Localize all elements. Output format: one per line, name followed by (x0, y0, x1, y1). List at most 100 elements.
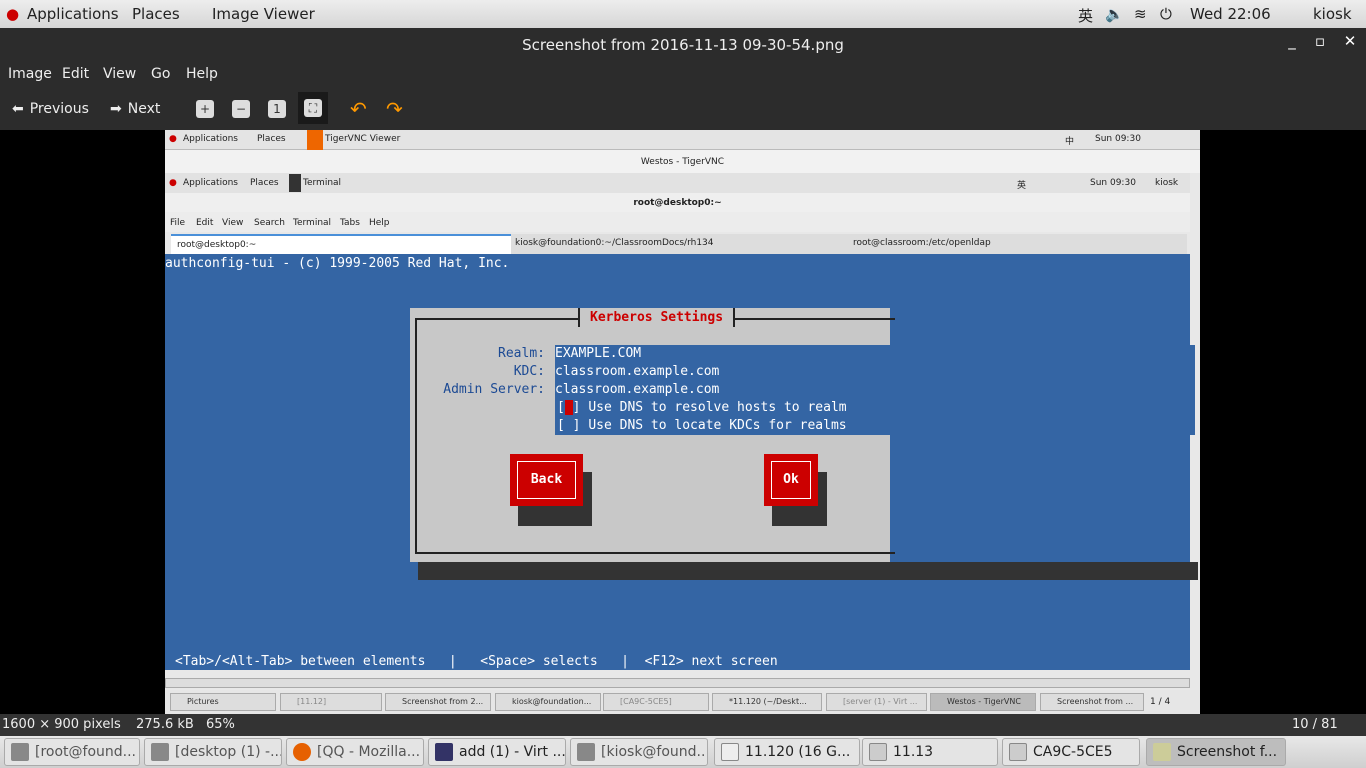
task-root-terminal[interactable]: [root@found... (4, 738, 140, 766)
taskbar: [root@found... [desktop (1) -... [QQ - M… (0, 736, 1366, 768)
task-label: add (1) - Virt ... (459, 744, 566, 760)
gnome-places: Places (250, 178, 279, 188)
zoom-out-icon: − (232, 100, 250, 118)
screenshot-image: ● Applications Places TigerVNC Viewer 中 … (165, 130, 1200, 714)
inner-task: Westos - TigerVNC (930, 693, 1036, 711)
terminal-tab: root@desktop0:~ (171, 234, 511, 254)
task-label: CA9C-5CE5 (1033, 744, 1113, 760)
power-icon[interactable]: ⏻ (1160, 5, 1172, 23)
terminal-icon (11, 743, 29, 761)
terminal-tab: root@classroom:/etc/openldap (849, 234, 1187, 254)
inner-clock: Sun 09:30 (1095, 134, 1141, 144)
applications-menu[interactable]: Applications (27, 5, 119, 23)
task-label: 11.120 (16 G... (745, 744, 851, 760)
menu-help[interactable]: Help (186, 66, 218, 82)
next-button[interactable]: ➡ Next (110, 97, 160, 121)
inner-places: Places (257, 134, 286, 144)
menu-image[interactable]: Image (8, 66, 52, 82)
vm-icon (435, 743, 453, 761)
task-label: Screenshot f... (1177, 744, 1278, 760)
app-menu[interactable]: Image Viewer (212, 5, 315, 23)
redhat-icon: ● (169, 178, 177, 188)
term-menu-search: Search (254, 218, 285, 228)
inner-task: [CA9C-5CE5] (603, 693, 709, 711)
gnome-clock: Sun 09:30 (1090, 178, 1136, 188)
menu-go[interactable]: Go (151, 66, 170, 82)
minimize-button[interactable]: _ (1280, 32, 1304, 56)
realm-label: Realm: (498, 346, 545, 361)
previous-button[interactable]: ⬅ Previous (12, 97, 89, 121)
task-desktop[interactable]: [desktop (1) -... (144, 738, 282, 766)
rotate-right-icon: ↷ (386, 97, 403, 121)
kdc-field[interactable]: classroom.example.com (555, 364, 719, 379)
folder-icon (869, 743, 887, 761)
tui-header: authconfig-tui - (c) 1999-2005 Red Hat, … (165, 256, 510, 271)
tigervnc-icon (307, 130, 323, 150)
redhat-icon: ● (169, 134, 177, 144)
volume-icon[interactable]: 🔈 (1105, 5, 1124, 23)
title-bar: Screenshot from 2016-11-13 09-30-54.png … (0, 28, 1366, 60)
inner-ime: 中 (1065, 137, 1075, 147)
image-viewer-icon (1153, 743, 1171, 761)
close-button[interactable]: ✕ (1338, 32, 1362, 56)
horizontal-scrollbar[interactable] (165, 678, 1190, 688)
rotate-left-button[interactable]: ↶ (350, 97, 367, 121)
task-add-virt[interactable]: add (1) - Virt ... (428, 738, 566, 766)
terminal-icon (289, 174, 301, 192)
vm-icon (151, 743, 169, 761)
task-kiosk-terminal[interactable]: [kiosk@found... (570, 738, 708, 766)
arrow-right-icon: ➡ (110, 101, 122, 117)
task-screenshot[interactable]: Screenshot f... (1146, 738, 1286, 766)
text-editor-icon (721, 743, 739, 761)
menu-view[interactable]: View (103, 66, 136, 82)
admin-label: Admin Server: (443, 382, 545, 397)
tui-footer: <Tab>/<Alt-Tab> between elements | <Spac… (175, 654, 778, 669)
normal-size-button[interactable]: 1 (268, 97, 286, 121)
image-position: 10 / 81 (1292, 717, 1338, 732)
dns-kdcs-checkbox[interactable]: [ ] Use DNS to locate KDCs for realms (557, 418, 847, 433)
dns-kdcs-label: Use DNS to locate KDCs for realms (588, 418, 847, 433)
maximize-button[interactable]: ▫ (1308, 32, 1332, 56)
dns-hosts-label: Use DNS to resolve hosts to realm (588, 400, 847, 415)
task-folder-1113[interactable]: 11.13 (862, 738, 998, 766)
task-ca9c[interactable]: CA9C-5CE5 (1002, 738, 1140, 766)
task-label: [QQ - Mozilla... (317, 744, 421, 760)
term-menu-view: View (222, 218, 244, 228)
next-label: Next (127, 101, 161, 117)
inner-gnome-panel: ● Applications Places Terminal 英 Sun 09:… (165, 173, 1190, 193)
dns-hosts-checkbox[interactable]: [ ] Use DNS to resolve hosts to realm (557, 400, 847, 415)
wifi-icon[interactable]: ≋ (1134, 5, 1147, 23)
inner-task: Screenshot from ... (1040, 693, 1144, 711)
zoom-level: 65% (206, 717, 235, 732)
task-editor[interactable]: 11.120 (16 G... (714, 738, 860, 766)
terminal-icon (577, 743, 595, 761)
inner-task: [11.12] (280, 693, 382, 711)
zoom-out-button[interactable]: − (232, 97, 250, 121)
task-firefox[interactable]: [QQ - Mozilla... (286, 738, 424, 766)
inner-top-panel: ● Applications Places TigerVNC Viewer 中 … (165, 130, 1200, 150)
gnome-ime: 英 (1017, 181, 1027, 191)
best-fit-button[interactable]: ⛶ (298, 92, 328, 124)
clock[interactable]: Wed 22:06 (1190, 5, 1271, 23)
input-method[interactable]: 英 (1078, 5, 1093, 26)
window-title: Screenshot from 2016-11-13 09-30-54.png (522, 36, 844, 54)
toolbar: ⬅ Previous ➡ Next + − 1 ⛶ ↶ ↷ (0, 88, 1366, 130)
previous-label: Previous (29, 101, 89, 117)
menu-edit[interactable]: Edit (62, 66, 89, 82)
inner-task: Screenshot from 2... (385, 693, 491, 711)
user-menu[interactable]: kiosk (1313, 5, 1352, 23)
admin-server-field[interactable]: classroom.example.com (555, 382, 719, 397)
rotate-left-icon: ↶ (350, 97, 367, 121)
menu-bar: Image Edit View Go Help (0, 60, 1366, 88)
terminal-tab: kiosk@foundation0:~/ClassroomDocs/rh134 (511, 234, 849, 254)
zoom-in-button[interactable]: + (196, 97, 214, 121)
gnome-app: Terminal (303, 178, 342, 188)
back-button[interactable]: Back (510, 454, 583, 506)
ok-button[interactable]: Ok (764, 454, 818, 506)
kdc-label: KDC: (513, 364, 545, 379)
top-panel: ● Applications Places Image Viewer 英 🔈 ≋… (0, 0, 1366, 28)
rotate-right-button[interactable]: ↷ (386, 97, 403, 121)
places-menu[interactable]: Places (132, 5, 180, 23)
realm-field[interactable]: EXAMPLE.COM (555, 346, 641, 361)
terminal-screen: authconfig-tui - (c) 1999-2005 Red Hat, … (165, 254, 1198, 670)
